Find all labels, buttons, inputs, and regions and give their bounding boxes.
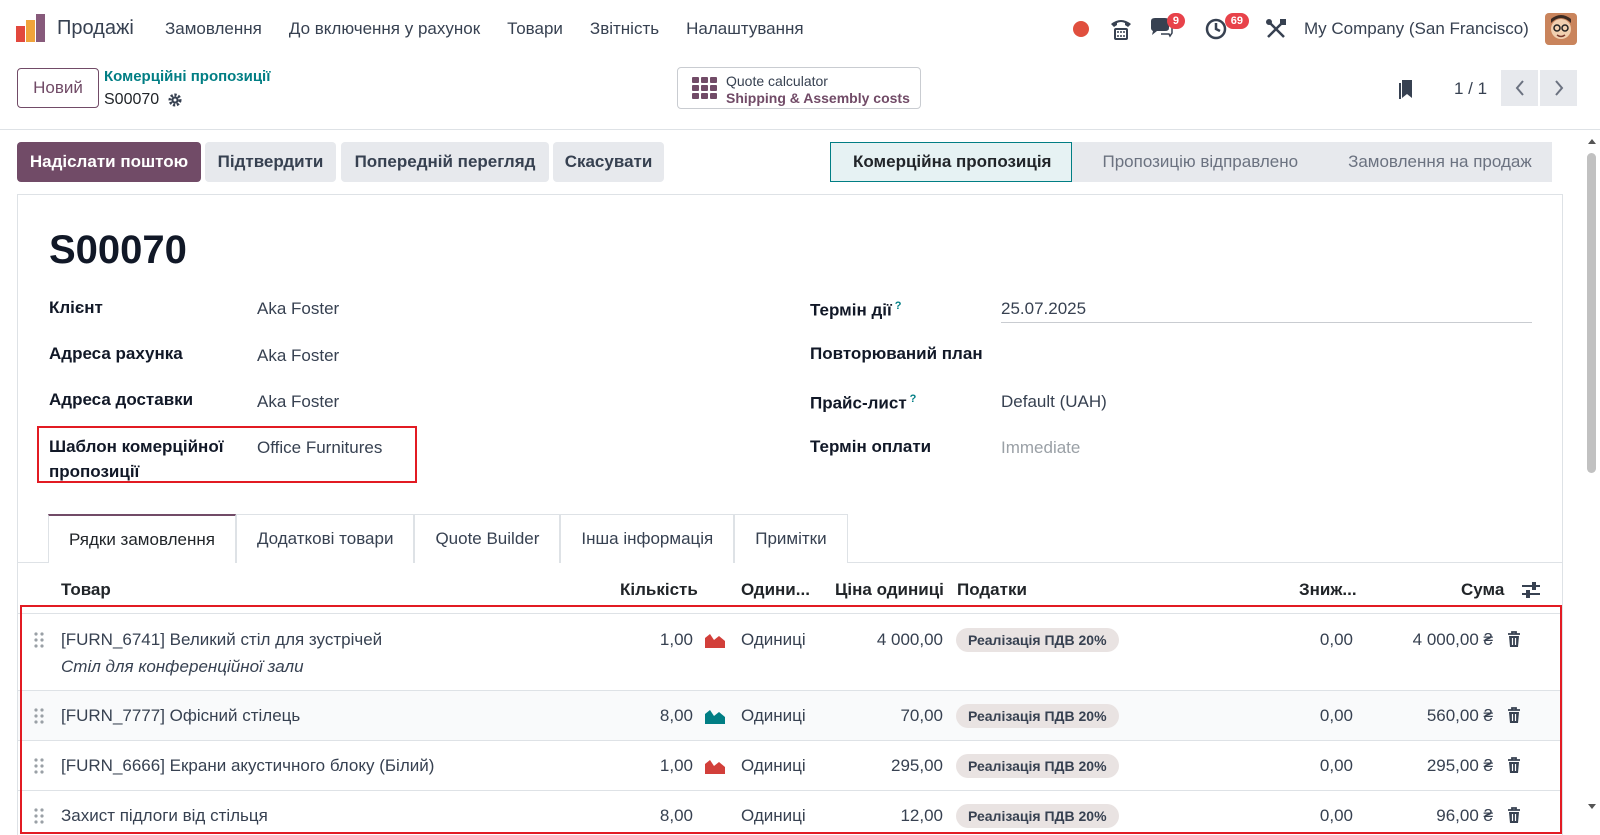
column-taxes[interactable]: Податки [957,580,1027,600]
tab-other-info[interactable]: Інша інформація [560,514,735,563]
column-unit-price[interactable]: Ціна одиниці [835,580,944,600]
notebook-tabs: Рядки замовлення Додаткові товари Quote … [48,514,848,564]
field-label-expiration-text: Термін дії [810,300,892,320]
scrollbar-thumb[interactable] [1587,153,1596,473]
scroll-down-icon[interactable] [1587,803,1597,811]
field-label-delivery-address: Адреса доставки [49,390,194,409]
grid-icon [692,77,717,99]
field-label-expiration: Термін дії? [810,294,901,323]
quote-calculator-button[interactable]: Quote calculator Shipping & Assembly cos… [677,67,921,109]
tab-optional-products[interactable]: Додаткові товари [235,514,415,563]
top-navbar: Продажі Замовлення До включення у рахуно… [0,0,1600,58]
send-by-email-button[interactable]: Надіслати поштою [17,142,201,182]
gear-icon[interactable] [167,92,183,108]
field-label-payment-terms: Термін оплати [810,437,932,456]
pager-previous-button[interactable] [1501,70,1538,106]
help-icon[interactable]: ? [895,300,902,312]
menu-to-invoice[interactable]: До включення у рахунок [289,19,480,39]
activities-badge: 69 [1224,13,1249,29]
activities-icon[interactable]: 69 [1205,13,1249,41]
field-label-pricelist: Прайс-лист? [810,387,916,416]
field-delivery-address[interactable]: Aka Foster [257,392,339,412]
pager-value[interactable]: 1 / 1 [1454,79,1487,99]
column-quantity[interactable]: Кількість [620,580,698,600]
pager-next-button[interactable] [1540,70,1577,106]
messages-icon[interactable]: 9 [1149,13,1185,39]
field-label-recurring-plan: Повторюваний план [810,344,983,363]
main-menu: Замовлення До включення у рахунок Товари… [165,19,831,39]
chevron-right-icon [1554,80,1563,96]
field-customer[interactable]: Aka Foster [257,299,339,319]
column-discount[interactable]: Зниж... [1299,580,1357,600]
stage-quotation-sent[interactable]: Пропозицію відправлено [1072,142,1319,182]
app-name[interactable]: Продажі [57,17,134,40]
company-switcher[interactable]: My Company (San Francisco) [1304,19,1529,39]
chevron-left-icon [1515,80,1524,96]
column-uom[interactable]: Одини... [741,580,810,600]
record-title: S00070 [49,228,187,272]
highlight-order-lines [20,605,1562,834]
control-panel: Новий Комерційні пропозиції S00070 Quote… [0,58,1600,130]
menu-configuration[interactable]: Налаштування [686,19,804,39]
new-button[interactable]: Новий [17,68,99,108]
user-avatar[interactable] [1545,13,1577,45]
field-expiration-underline [1001,322,1532,323]
confirm-button[interactable]: Підтвердити [205,142,336,182]
menu-products[interactable]: Товари [507,19,563,39]
field-payment-terms[interactable]: Immediate [1001,438,1080,458]
highlight-template-field [37,426,417,483]
app-logo-icon[interactable] [16,14,46,44]
breadcrumb-current: S00070 [104,91,183,109]
menu-reporting[interactable]: Звітність [590,19,659,39]
page-scrollbar[interactable] [1583,135,1600,835]
phone-icon[interactable] [1108,16,1134,42]
quote-calculator-subtitle: Shipping & Assembly costs [726,90,910,106]
field-label-pricelist-text: Прайс-лист [810,393,907,413]
bookmark-icon[interactable] [1398,78,1414,100]
messages-badge: 9 [1166,13,1185,29]
column-settings-icon[interactable] [1521,581,1541,599]
column-subtotal[interactable]: Сума [1461,580,1504,600]
stage-sales-order[interactable]: Замовлення на продаж [1318,142,1552,182]
menu-orders[interactable]: Замовлення [165,19,262,39]
status-bar: Комерційна пропозиція Пропозицію відправ… [830,142,1552,182]
field-label-invoice-address: Адреса рахунка [49,344,183,363]
stage-quotation[interactable]: Комерційна пропозиція [830,142,1073,182]
column-product[interactable]: Товар [61,580,111,600]
quote-calculator-title: Quote calculator [726,73,828,89]
tab-order-lines[interactable]: Рядки замовлення [48,514,236,563]
field-label-customer: Клієнт [49,298,103,317]
tab-notes[interactable]: Примітки [734,514,848,563]
preview-button[interactable]: Попередній перегляд [341,142,549,182]
scroll-up-icon[interactable] [1587,137,1597,145]
tools-icon[interactable] [1265,18,1287,40]
field-invoice-address[interactable]: Aka Foster [257,346,339,366]
field-pricelist[interactable]: Default (UAH) [1001,392,1107,412]
field-expiration[interactable]: 25.07.2025 [1001,299,1086,319]
breadcrumb-parent[interactable]: Комерційні пропозиції [104,68,270,85]
tab-quote-builder[interactable]: Quote Builder [414,514,561,563]
breadcrumb-current-label: S00070 [104,91,160,108]
help-icon[interactable]: ? [910,393,917,405]
recording-icon[interactable] [1073,21,1089,37]
cancel-button[interactable]: Скасувати [553,142,664,182]
